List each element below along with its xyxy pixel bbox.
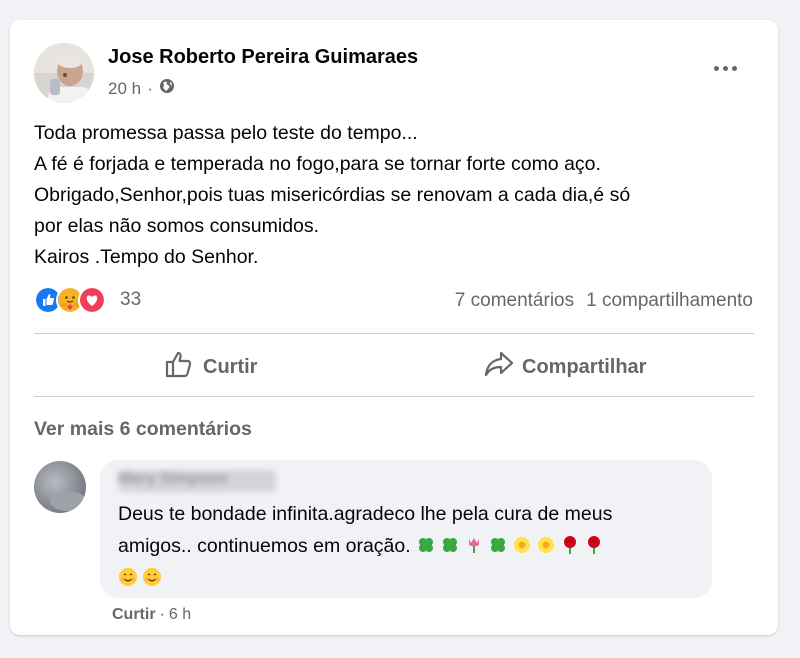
divider bbox=[34, 333, 754, 334]
four-leaf-clover-icon bbox=[443, 538, 458, 552]
post-line: Obrigado,Senhor,pois tuas misericórdias … bbox=[34, 184, 631, 206]
comment-actions-separator: · bbox=[159, 606, 165, 623]
comment-time[interactable]: 6 h bbox=[169, 606, 191, 624]
comment-bubble: Mary Simpson Deus te bondade infinita.ag… bbox=[100, 460, 712, 598]
post-time[interactable]: 20 h bbox=[108, 79, 141, 99]
shares-count-link[interactable]: 1 compartilhamento bbox=[586, 290, 753, 312]
post-author-name[interactable]: Jose Roberto Pereira Guimaraes bbox=[108, 46, 418, 69]
blossom-icon bbox=[514, 537, 531, 553]
more-options-icon[interactable] bbox=[710, 58, 740, 78]
emoji-row bbox=[416, 535, 608, 557]
tulip-icon bbox=[469, 538, 480, 553]
post-card: Jose Roberto Pereira Guimaraes 20 h · To… bbox=[10, 20, 778, 635]
like-button-label: Curtir bbox=[203, 355, 258, 378]
love-reaction-icon bbox=[78, 286, 106, 314]
meta-separator: · bbox=[147, 78, 153, 98]
comment-line: Deus te bondade infinita.agradeco lhe pe… bbox=[118, 503, 613, 525]
smiling-face-icon bbox=[143, 568, 161, 586]
rose-icon bbox=[588, 536, 601, 554]
comment-actions: Curtir · 6 h bbox=[112, 606, 191, 624]
blossom-icon bbox=[538, 537, 555, 553]
author-avatar[interactable] bbox=[34, 43, 94, 103]
comment-line bbox=[118, 562, 708, 594]
reaction-count: 33 bbox=[120, 289, 142, 310]
post-body: Toda promessa passa pelo teste do tempo.… bbox=[34, 118, 754, 273]
share-arrow-icon bbox=[484, 351, 514, 383]
post-line: Toda promessa passa pelo teste do tempo.… bbox=[34, 122, 418, 144]
divider bbox=[34, 396, 754, 397]
post-meta: 20 h · bbox=[108, 78, 175, 99]
comment-like-button[interactable]: Curtir bbox=[112, 606, 156, 624]
reaction-summary[interactable]: 33 bbox=[34, 286, 141, 314]
post-stats: 7 comentários 1 compartilhamento bbox=[455, 290, 753, 312]
rose-icon bbox=[564, 536, 577, 554]
share-button-label: Compartilhar bbox=[522, 355, 647, 378]
post-line: Kairos .Tempo do Senhor. bbox=[34, 246, 259, 268]
commenter-name-blurred[interactable]: Mary Simpson bbox=[118, 470, 276, 492]
commenter-avatar[interactable] bbox=[34, 461, 86, 513]
four-leaf-clover-icon bbox=[491, 538, 506, 552]
globe-icon bbox=[159, 78, 175, 99]
smiling-face-icon bbox=[119, 568, 137, 586]
four-leaf-clover-icon bbox=[419, 538, 434, 552]
comment-text: Deus te bondade infinita.agradeco lhe pe… bbox=[118, 498, 708, 594]
like-button[interactable]: Curtir bbox=[165, 350, 257, 384]
post-line: A fé é forjada e temperada no fogo,para … bbox=[34, 153, 601, 175]
post-line: por elas não somos consumidos. bbox=[34, 215, 320, 237]
thumbs-up-icon bbox=[165, 350, 195, 384]
comments-count-link[interactable]: 7 comentários bbox=[455, 290, 574, 312]
see-more-comments-link[interactable]: Ver mais 6 comentários bbox=[34, 418, 252, 441]
comment-line: amigos.. continuemos em oração. bbox=[118, 530, 708, 562]
share-button[interactable]: Compartilhar bbox=[484, 350, 646, 384]
